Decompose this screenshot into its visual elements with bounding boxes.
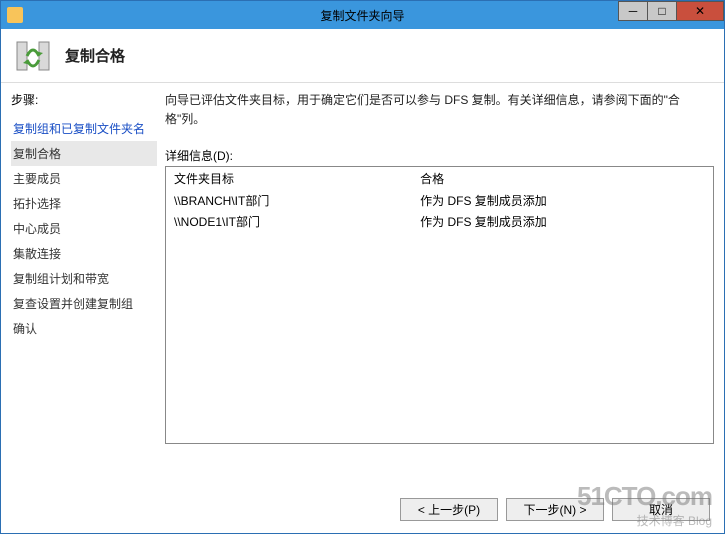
window-title: 复制文件夹向导 bbox=[1, 7, 724, 24]
cancel-button[interactable]: 取消 bbox=[612, 498, 710, 521]
details-label: 详细信息(D): bbox=[165, 147, 714, 164]
step-item: 复制合格 bbox=[11, 141, 157, 166]
step-item: 集散连接 bbox=[11, 241, 157, 266]
content-panel: 向导已评估文件夹目标，用于确定它们是否可以参与 DFS 复制。有关详细信息，请参… bbox=[161, 91, 714, 485]
wizard-header: 复制合格 bbox=[1, 29, 724, 83]
step-item: 确认 bbox=[11, 316, 157, 341]
column-header-status[interactable]: 合格 bbox=[412, 167, 713, 190]
table-row[interactable]: \\NODE1\IT部门作为 DFS 复制成员添加 bbox=[166, 211, 713, 232]
step-item: 复查设置并创建复制组 bbox=[11, 291, 157, 316]
cell-status: 作为 DFS 复制成员添加 bbox=[412, 211, 713, 232]
cell-target: \\BRANCH\IT部门 bbox=[166, 190, 412, 211]
details-table: 文件夹目标 合格 \\BRANCH\IT部门作为 DFS 复制成员添加\\NOD… bbox=[166, 167, 713, 232]
wizard-body: 步骤: 复制组和已复制文件夹名复制合格主要成员拓扑选择中心成员集散连接复制组计划… bbox=[1, 83, 724, 485]
step-item: 复制组计划和带宽 bbox=[11, 266, 157, 291]
details-listbox[interactable]: 文件夹目标 合格 \\BRANCH\IT部门作为 DFS 复制成员添加\\NOD… bbox=[165, 166, 714, 444]
step-item: 拓扑选择 bbox=[11, 191, 157, 216]
wizard-window: 复制文件夹向导 ─ □ ✕ 复制合格 步骤: 复制组和已复制文件夹名复制合格主要… bbox=[0, 0, 725, 534]
page-title: 复制合格 bbox=[65, 45, 125, 66]
maximize-button[interactable]: □ bbox=[647, 1, 677, 21]
table-row[interactable]: \\BRANCH\IT部门作为 DFS 复制成员添加 bbox=[166, 190, 713, 211]
cell-status: 作为 DFS 复制成员添加 bbox=[412, 190, 713, 211]
steps-label: 步骤: bbox=[11, 91, 157, 108]
steps-list: 复制组和已复制文件夹名复制合格主要成员拓扑选择中心成员集散连接复制组计划和带宽复… bbox=[11, 116, 157, 341]
column-header-target[interactable]: 文件夹目标 bbox=[166, 167, 412, 190]
titlebar: 复制文件夹向导 ─ □ ✕ bbox=[1, 1, 724, 29]
window-controls: ─ □ ✕ bbox=[619, 1, 724, 23]
cell-target: \\NODE1\IT部门 bbox=[166, 211, 412, 232]
step-item: 中心成员 bbox=[11, 216, 157, 241]
step-item[interactable]: 复制组和已复制文件夹名 bbox=[11, 116, 157, 141]
replication-icon bbox=[13, 36, 53, 76]
next-button[interactable]: 下一步(N) > bbox=[506, 498, 604, 521]
close-button[interactable]: ✕ bbox=[676, 1, 724, 21]
minimize-button[interactable]: ─ bbox=[618, 1, 648, 21]
prev-button[interactable]: < 上一步(P) bbox=[400, 498, 498, 521]
description-text: 向导已评估文件夹目标，用于确定它们是否可以参与 DFS 复制。有关详细信息，请参… bbox=[165, 91, 714, 129]
wizard-footer: < 上一步(P) 下一步(N) > 取消 51CTO.com 技术博客 Blog bbox=[1, 485, 724, 533]
step-item: 主要成员 bbox=[11, 166, 157, 191]
steps-panel: 步骤: 复制组和已复制文件夹名复制合格主要成员拓扑选择中心成员集散连接复制组计划… bbox=[11, 91, 161, 485]
